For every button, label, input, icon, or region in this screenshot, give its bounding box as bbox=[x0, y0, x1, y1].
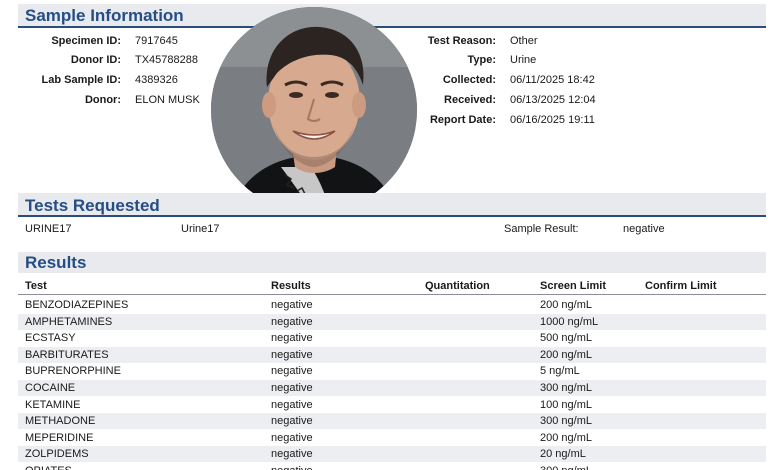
donor-id-label: Donor ID: bbox=[70, 54, 121, 66]
table-row: COCAINE negative 300 ng/mL bbox=[18, 380, 766, 396]
result-cell: negative bbox=[271, 431, 313, 444]
result-cell: negative bbox=[271, 448, 313, 461]
test-name-cell: COCAINE bbox=[25, 382, 76, 394]
screen-limit-cell: 1000 ng/mL bbox=[540, 315, 599, 328]
lab-sample-id-label: Lab Sample ID: bbox=[41, 74, 121, 86]
result-cell: negative bbox=[271, 299, 313, 311]
screen-limit-cell: 300 ng/mL bbox=[540, 415, 592, 428]
test-name-cell: AMPHETAMINES bbox=[25, 315, 113, 328]
test-name-cell: ECSTASY bbox=[25, 332, 76, 345]
test-name-cell: BENZODIAZEPINES bbox=[25, 299, 129, 311]
table-row: ZOLPIDEMS negative 20 ng/mL bbox=[18, 446, 766, 463]
section-title: Sample Information bbox=[25, 6, 184, 25]
result-cell: negative bbox=[271, 382, 313, 394]
result-cell: negative bbox=[271, 415, 313, 428]
results-header-bar: Results bbox=[18, 252, 766, 273]
col-test: Test bbox=[25, 280, 47, 292]
screen-limit-cell: 300 ng/mL bbox=[540, 382, 592, 394]
report-date-value: 06/16/2025 19:11 bbox=[510, 114, 595, 126]
table-row: BARBITURATES negative 200 ng/mL bbox=[18, 346, 766, 363]
screen-limit-cell: 20 ng/mL bbox=[540, 448, 586, 461]
received-label: Received: bbox=[444, 94, 496, 106]
type-value: Urine bbox=[510, 54, 537, 66]
result-cell: negative bbox=[271, 398, 313, 411]
table-row: ECSTASY negative 500 ng/mL bbox=[18, 330, 766, 346]
tests-requested-header: Tests Requested bbox=[18, 193, 766, 217]
test-name-cell: METHADONE bbox=[25, 415, 96, 428]
received-value: 06/13/2025 12:04 bbox=[510, 94, 596, 106]
screen-limit-cell: 200 ng/mL bbox=[540, 348, 592, 361]
test-code: URINE17 bbox=[25, 223, 72, 235]
table-row: METHADONE negative 300 ng/mL bbox=[18, 413, 766, 430]
lab-sample-id-value: 4389326 bbox=[135, 74, 178, 86]
screen-limit-cell: 200 ng/mL bbox=[540, 299, 592, 311]
table-row: MEPERIDINE negative 200 ng/mL bbox=[18, 430, 766, 446]
screen-limit-cell: 5 ng/mL bbox=[540, 365, 580, 378]
test-name-cell: MEPERIDINE bbox=[25, 431, 94, 444]
test-name-cell: KETAMINE bbox=[25, 398, 81, 411]
type-label: Type: bbox=[467, 54, 496, 66]
collected-label: Collected: bbox=[442, 74, 496, 86]
table-row: AMPHETAMINES negative 1000 ng/mL bbox=[18, 313, 766, 330]
table-row: KETAMINE negative 100 ng/mL bbox=[18, 397, 766, 413]
screen-limit-cell: 300 ng/mL bbox=[540, 463, 592, 470]
specimen-id-value: 7917645 bbox=[135, 35, 178, 47]
section-title: Tests Requested bbox=[25, 196, 160, 215]
sample-result-label: Sample Result: bbox=[504, 223, 579, 235]
test-name: Urine17 bbox=[181, 223, 220, 235]
result-cell: negative bbox=[271, 348, 313, 361]
table-row: OPIATES negative 300 ng/mL bbox=[18, 463, 766, 470]
section-title: Results bbox=[25, 253, 87, 272]
specimen-id-label: Specimen ID: bbox=[51, 35, 121, 47]
test-name-cell: OPIATES bbox=[25, 463, 72, 470]
screen-limit-cell: 500 ng/mL bbox=[540, 332, 592, 345]
sample-result-value: negative bbox=[623, 223, 665, 235]
col-results: Results bbox=[271, 280, 311, 292]
test-name-cell: BUPRENORPHINE bbox=[25, 365, 121, 378]
table-row: BUPRENORPHINE negative 5 ng/mL bbox=[18, 363, 766, 379]
test-name-cell: ZOLPIDEMS bbox=[25, 448, 89, 461]
donor-value: ELON MUSK bbox=[135, 94, 200, 106]
donor-id-value: TX45788288 bbox=[135, 54, 198, 66]
test-name-cell: BARBITURATES bbox=[25, 348, 109, 361]
collected-value: 06/11/2025 18:42 bbox=[510, 74, 595, 86]
screen-limit-cell: 100 ng/mL bbox=[540, 398, 592, 411]
col-quantitation: Quantitation bbox=[425, 280, 490, 292]
donor-label: Donor: bbox=[84, 94, 121, 106]
test-reason-label: Test Reason: bbox=[427, 35, 496, 47]
col-confirm-limit: Confirm Limit bbox=[645, 280, 717, 292]
col-screen-limit: Screen Limit bbox=[540, 280, 607, 292]
result-cell: negative bbox=[271, 463, 313, 470]
sample-information-header: Sample Information bbox=[18, 4, 766, 28]
result-cell: negative bbox=[271, 365, 313, 378]
table-row: BENZODIAZEPINES negative 200 ng/mL bbox=[18, 297, 766, 313]
result-cell: negative bbox=[271, 332, 313, 345]
result-cell: negative bbox=[271, 315, 313, 328]
screen-limit-cell: 200 ng/mL bbox=[540, 431, 592, 444]
results-table-header: Test Results Quantitation Screen Limit C… bbox=[18, 276, 766, 295]
test-reason-value: Other bbox=[510, 35, 538, 47]
report-date-label: Report Date: bbox=[429, 114, 496, 126]
